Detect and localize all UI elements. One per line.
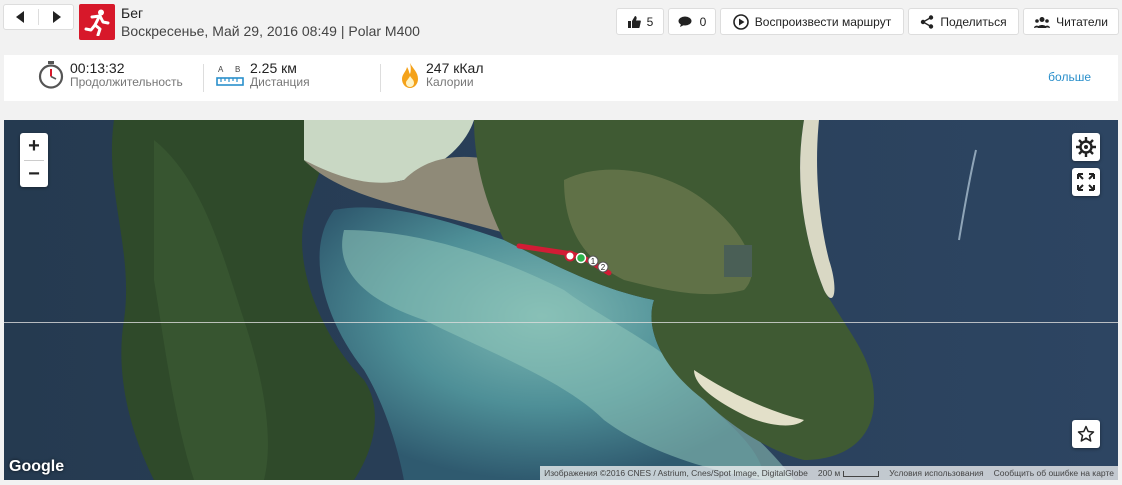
like-button[interactable]: 5 (616, 8, 664, 35)
arrow-left-icon (16, 11, 24, 23)
route-play-marker (575, 252, 587, 264)
comments-icon (678, 16, 692, 27)
scale-indicator[interactable]: 200 м (818, 468, 880, 478)
training-summary: 00:13:32 Продолжительность A B 2.25 км Д… (4, 55, 1118, 101)
distance-value: 2.25 км (250, 60, 297, 76)
flame-icon (402, 63, 418, 88)
zoom-in-button[interactable]: + (20, 133, 48, 160)
calories-stat: 247 кКал Калории (400, 61, 483, 95)
satellite-imagery (4, 120, 1118, 480)
duration-stat: 00:13:32 Продолжительность (38, 61, 183, 95)
route-markers: 1 2 (564, 250, 609, 273)
svg-text:B: B (235, 65, 240, 74)
session-info: Воскресенье, Май 29, 2016 08:49 | Polar … (121, 23, 420, 39)
next-button[interactable] (39, 5, 73, 29)
map-settings-button[interactable] (1072, 133, 1100, 161)
km-marker-2: 2 (601, 263, 606, 272)
running-sport-icon (79, 4, 115, 40)
share-icon (921, 14, 934, 29)
play-circle-icon (732, 13, 749, 30)
comments-count: 0 (699, 14, 707, 29)
map-attribution-bar: Изображения ©2016 CNES / Astrium, Cnes/S… (540, 466, 1118, 480)
readers-icon (1034, 16, 1051, 28)
distance-icon: A B (216, 65, 244, 86)
share-button[interactable]: Поделиться (908, 8, 1019, 35)
duration-value: 00:13:32 (70, 60, 125, 76)
distance-label: Дистанция (250, 75, 310, 89)
stopwatch-icon (38, 61, 64, 89)
likes-count: 5 (646, 14, 654, 29)
terms-link[interactable]: Условия использования (889, 468, 983, 478)
duration-label: Продолжительность (70, 75, 183, 89)
favorite-button[interactable] (1072, 420, 1100, 448)
more-link[interactable]: больше (1048, 70, 1091, 84)
calories-label: Калории (426, 75, 474, 89)
readers-label: Читатели (1056, 14, 1108, 29)
zoom-out-button[interactable]: − (20, 161, 48, 188)
replay-route-label: Воспроизвести маршрут (754, 14, 892, 29)
route-start-marker (564, 250, 576, 262)
route-map[interactable]: 1 2 + − Google Изображения ©2016 CNES / … (4, 120, 1118, 480)
thumbs-up-icon (627, 15, 641, 28)
zoom-controls: + − (20, 133, 48, 187)
distance-stat: A B 2.25 км Дистанция (216, 61, 310, 95)
activity-header: Бег Воскресенье, Май 29, 2016 08:49 | Po… (0, 0, 1122, 46)
km-marker-1: 1 (591, 257, 596, 266)
comments-button[interactable]: 0 (668, 8, 716, 35)
star-icon (1077, 425, 1095, 442)
fullscreen-icon (1077, 173, 1095, 191)
arrow-right-icon (53, 11, 61, 23)
svg-text:A: A (218, 65, 224, 74)
report-error-link[interactable]: Сообщить об ошибке на карте (994, 468, 1114, 478)
nav-arrows (3, 4, 74, 30)
imagery-attribution: Изображения ©2016 CNES / Astrium, Cnes/S… (544, 468, 808, 478)
fullscreen-button[interactable] (1072, 168, 1100, 196)
previous-button[interactable] (4, 5, 38, 29)
share-label: Поделиться (940, 14, 1007, 29)
readers-button[interactable]: Читатели (1023, 8, 1119, 35)
google-logo: Google (9, 458, 65, 475)
gear-icon (1076, 137, 1096, 157)
sport-title: Бег (121, 5, 144, 21)
replay-route-button[interactable]: Воспроизвести маршрут (720, 8, 904, 35)
calories-value: 247 кКал (426, 60, 484, 76)
